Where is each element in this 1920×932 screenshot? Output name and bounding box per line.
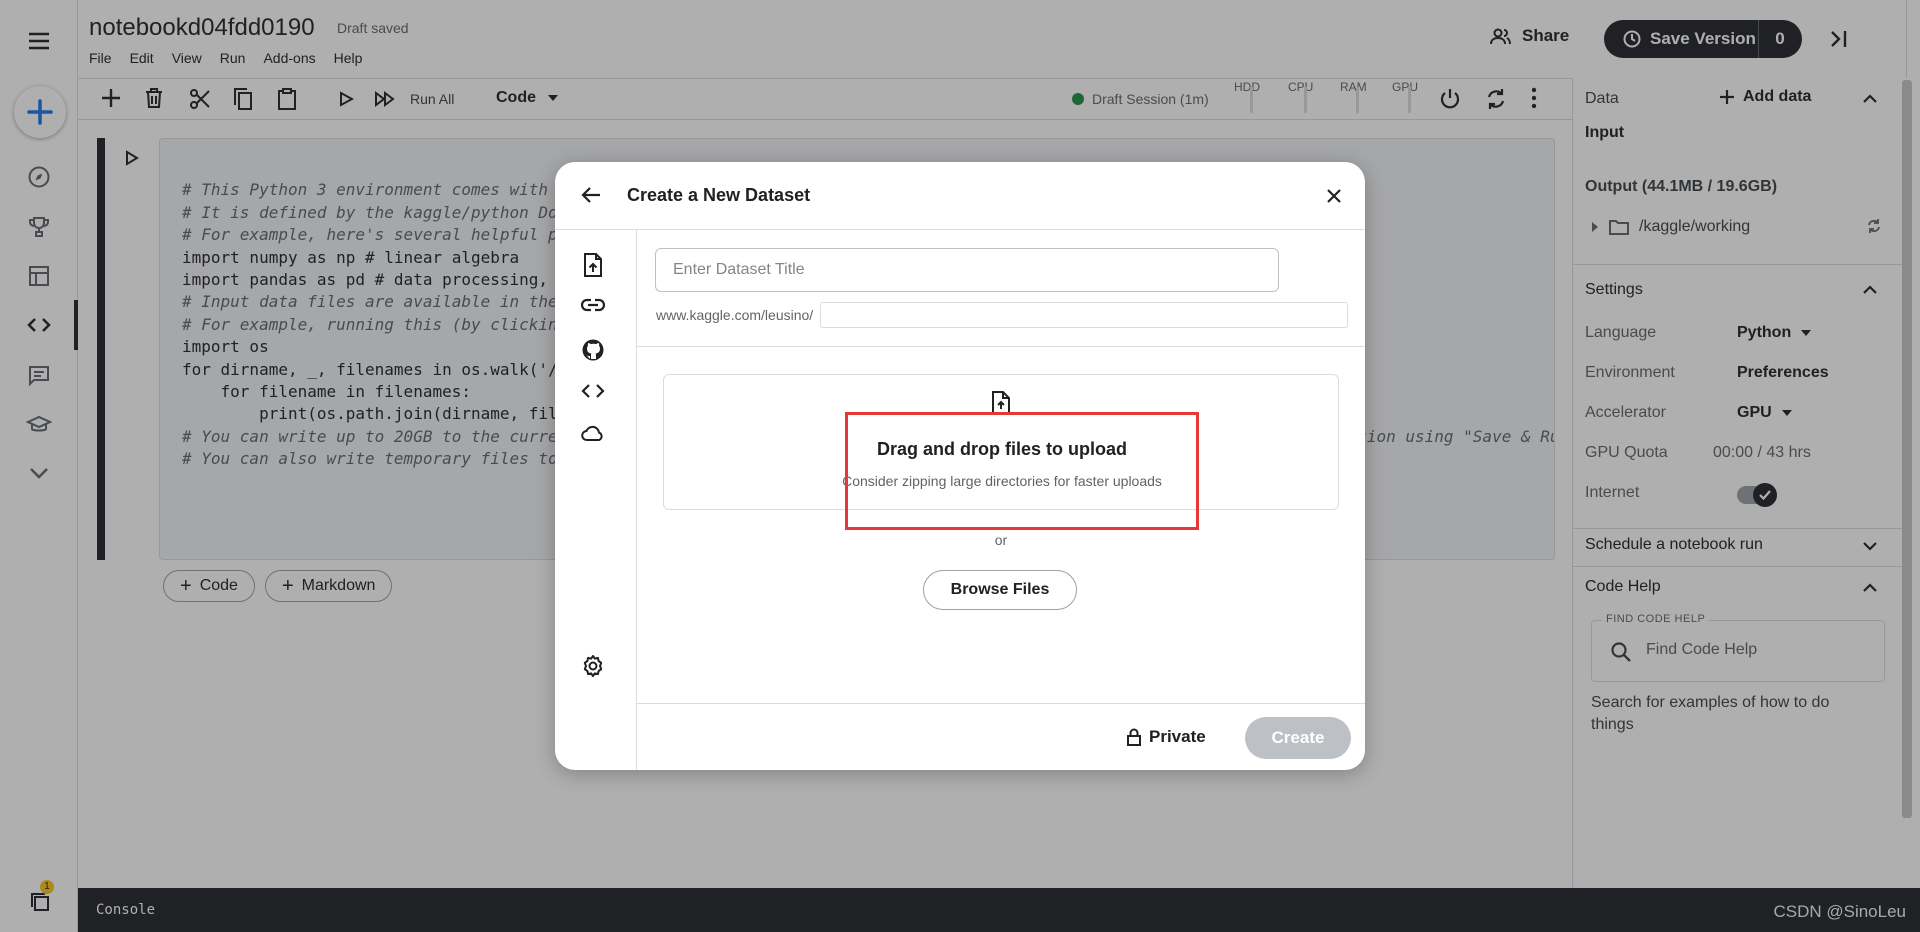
github-icon[interactable] [581,338,605,362]
privacy-label: Private [1149,727,1206,746]
create-button[interactable]: Create [1245,717,1351,759]
browse-files-button[interactable]: Browse Files [923,570,1077,610]
file-upload-icon[interactable] [581,252,605,278]
close-icon[interactable] [1326,188,1342,204]
dataset-slug-input[interactable] [820,302,1348,328]
dialog-header: Create a New Dataset [555,162,1365,230]
settings-gear-icon[interactable] [581,654,605,678]
dialog-title: Create a New Dataset [627,185,811,205]
privacy-toggle-button[interactable]: Private [1127,727,1206,747]
annotation-highlight-box [845,412,1199,530]
dataset-title-input[interactable]: Enter Dataset Title [655,248,1279,292]
dataset-url-prefix: www.kaggle.com/leusino/ [656,307,814,323]
dataset-source-sidebar [555,230,637,770]
or-separator: or [994,532,1008,548]
lock-icon [1127,728,1141,746]
back-arrow-icon[interactable] [581,186,601,204]
create-dataset-dialog: Create a New Dataset Enter Dataset Title… [555,162,1365,770]
link-icon[interactable] [581,298,605,312]
cloud-icon[interactable] [581,424,605,442]
code-icon[interactable] [581,382,605,400]
